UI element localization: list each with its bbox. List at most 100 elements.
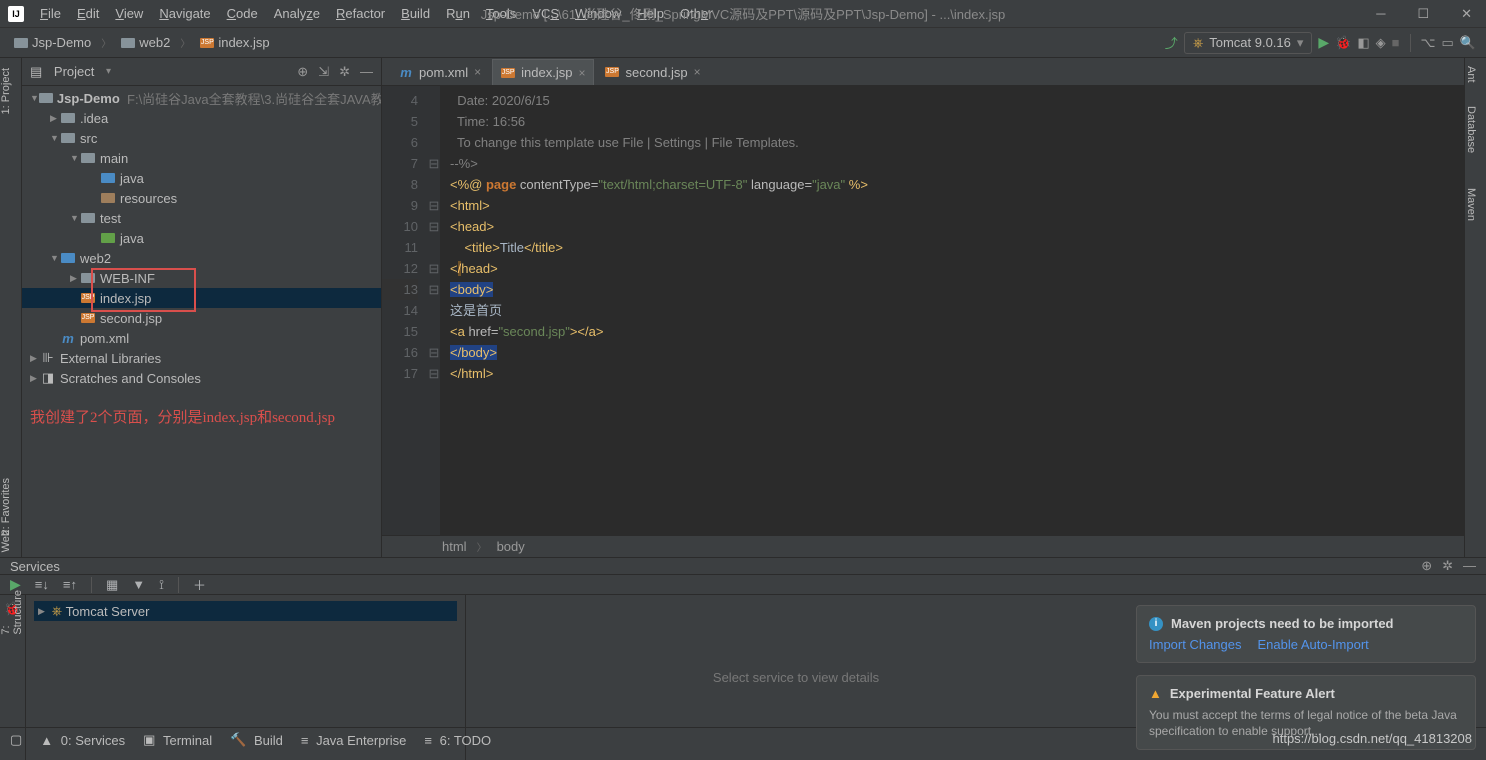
crumb-file[interactable]: JSPindex.jsp xyxy=(194,33,275,52)
crumb-html[interactable]: html xyxy=(442,539,467,554)
tab-structure[interactable]: 7: Structure xyxy=(0,590,24,635)
sb-java-ee[interactable]: ≡ Java Enterprise xyxy=(301,733,407,748)
sidebar-title[interactable]: ▤ Project ▾ xyxy=(30,64,111,80)
chevron-right-icon: 〉 xyxy=(180,35,190,50)
collapse-icon[interactable]: ⇲ xyxy=(318,64,329,80)
menu-file[interactable]: File xyxy=(32,2,69,25)
node-ext-libs[interactable]: ▶⊪External Libraries xyxy=(22,348,381,368)
node-pom[interactable]: mpom.xml xyxy=(22,328,381,348)
group-button[interactable]: ⟟ xyxy=(159,577,164,593)
close-icon[interactable]: × xyxy=(578,66,585,80)
search-everywhere-button[interactable]: 🔍 xyxy=(1460,35,1476,51)
node-main[interactable]: ▼main xyxy=(22,148,381,168)
node-scratches[interactable]: ▶◨Scratches and Consoles xyxy=(22,368,381,388)
marker-icon[interactable]: ⤴ xyxy=(1165,33,1178,52)
menu-build[interactable]: Build xyxy=(393,2,438,25)
project-tree[interactable]: ▼Jsp-Demo F:\尚硅谷Java全套教程\3.尚硅谷全套JAVA教程- … xyxy=(22,86,381,557)
left-tool-strip: 1: Project 2: Favorites xyxy=(0,58,22,557)
tab-index-jsp[interactable]: JSPindex.jsp× xyxy=(492,59,594,85)
editor-crumbbar: html〉body xyxy=(382,535,1464,557)
stop-button[interactable]: ■ xyxy=(1392,35,1400,50)
node-web2[interactable]: ▼web2 xyxy=(22,248,381,268)
watermark: https://blog.csdn.net/qq_41813208 xyxy=(1273,731,1473,746)
info-icon: i xyxy=(1149,617,1163,631)
main-area: 1: Project 2: Favorites ▤ Project ▾ ⊕ ⇲ … xyxy=(0,58,1486,557)
filter-button[interactable]: ▼ xyxy=(132,577,145,592)
tomcat-server-node[interactable]: ▶ ⎈ Tomcat Server xyxy=(34,601,457,621)
node-test-java[interactable]: java xyxy=(22,228,381,248)
title-bar: IJ File Edit View Navigate Code Analyze … xyxy=(0,0,1486,28)
menu-navigate[interactable]: Navigate xyxy=(151,2,218,25)
gear-icon[interactable]: ✲ xyxy=(1442,558,1453,574)
menu-code[interactable]: Code xyxy=(219,2,266,25)
fold-column[interactable]: ⊟⊟⊟⊟⊟⊟⊟ xyxy=(428,86,440,535)
sb-services[interactable]: ▲ 0: Services xyxy=(40,733,125,748)
tab-pom[interactable]: mpom.xml× xyxy=(390,59,490,85)
node-idea[interactable]: ▶.idea xyxy=(22,108,381,128)
tab-project[interactable]: 1: Project xyxy=(0,68,12,114)
menu-edit[interactable]: Edit xyxy=(69,2,107,25)
sb-todo[interactable]: ≡ 6: TODO xyxy=(424,733,491,748)
target-icon[interactable]: ⊕ xyxy=(297,64,308,80)
target-icon[interactable]: ⊕ xyxy=(1421,558,1432,574)
close-button[interactable]: ✕ xyxy=(1455,4,1478,24)
run-button[interactable]: ▶ xyxy=(1318,34,1329,51)
services-header: Services ⊕ ✲ — xyxy=(0,558,1486,575)
services-placeholder: Select service to view details xyxy=(466,595,1126,760)
node-resources[interactable]: resources xyxy=(22,188,381,208)
node-java[interactable]: java xyxy=(22,168,381,188)
grid-button[interactable]: ▦ xyxy=(106,577,118,593)
close-icon[interactable]: × xyxy=(474,65,481,79)
tab-database[interactable]: Database xyxy=(1465,106,1477,153)
tool-window-button[interactable]: ▢ xyxy=(10,732,22,748)
step-back-button[interactable]: ≡↑ xyxy=(63,577,77,592)
minimize-button[interactable]: ─ xyxy=(1370,4,1391,24)
profile-button[interactable]: ◈ xyxy=(1376,35,1386,51)
tab-second-jsp[interactable]: JSPsecond.jsp× xyxy=(596,59,709,85)
chevron-right-icon: 〉 xyxy=(101,35,111,50)
sidebar-header: ▤ Project ▾ ⊕ ⇲ ✲ — xyxy=(22,58,381,86)
auto-import-link[interactable]: Enable Auto-Import xyxy=(1258,637,1369,652)
services-toolbar: ▶ ≡↓ ≡↑ ▦ ▼ ⟟ ＋ xyxy=(0,575,1486,595)
gear-icon[interactable]: ✲ xyxy=(339,64,350,80)
maven-import-notification: iMaven projects need to be imported Impo… xyxy=(1136,605,1476,663)
menu-refactor[interactable]: Refactor xyxy=(328,2,393,25)
node-src[interactable]: ▼src xyxy=(22,128,381,148)
tab-web[interactable]: Web xyxy=(0,530,12,552)
node-webinf[interactable]: ▶WEB-INF xyxy=(22,268,381,288)
menu-analyze[interactable]: Analyze xyxy=(266,2,328,25)
debug-button[interactable]: 🐞 xyxy=(1335,35,1351,51)
sb-build[interactable]: 🔨 Build xyxy=(230,732,283,748)
step-button[interactable]: ≡↓ xyxy=(35,577,49,592)
code-lines[interactable]: Date: 2020/6/15 Time: 16:56 To change th… xyxy=(440,86,1464,535)
coverage-button[interactable]: ◧ xyxy=(1357,35,1369,51)
app-icon: IJ xyxy=(8,6,24,22)
toolbar: Jsp-Demo 〉 web2 〉 JSPindex.jsp ⤴ ⎈Tomcat… xyxy=(0,28,1486,58)
hide-icon[interactable]: — xyxy=(360,64,373,80)
ide-settings-button[interactable]: ▭ xyxy=(1442,35,1454,51)
warning-icon: ▲ xyxy=(1149,686,1162,701)
branch-button[interactable]: ⌥ xyxy=(1421,35,1436,51)
window-title: Jsp-Demo [...\61. 尚硅谷_佟刚_SpringMVC源码及PPT… xyxy=(481,4,1005,23)
code-editor[interactable]: 4567891011121314151617 ⊟⊟⊟⊟⊟⊟⊟ Date: 202… xyxy=(382,86,1464,535)
node-second-jsp[interactable]: JSPsecond.jsp xyxy=(22,308,381,328)
import-changes-link[interactable]: Import Changes xyxy=(1149,637,1242,652)
crumb-folder[interactable]: web2 xyxy=(115,33,176,52)
hide-icon[interactable]: — xyxy=(1463,558,1476,574)
maximize-button[interactable]: ☐ xyxy=(1411,4,1435,24)
tab-maven[interactable]: Maven xyxy=(1465,188,1477,221)
tab-ant[interactable]: Ant xyxy=(1465,66,1477,83)
menu-run[interactable]: Run xyxy=(438,2,478,25)
sb-terminal[interactable]: ▣ Terminal xyxy=(143,732,212,748)
node-index-jsp[interactable]: JSPindex.jsp xyxy=(22,288,381,308)
add-button[interactable]: ＋ xyxy=(193,575,206,594)
editor-area: mpom.xml× JSPindex.jsp× JSPsecond.jsp× 4… xyxy=(382,58,1464,557)
menu-view[interactable]: View xyxy=(107,2,151,25)
close-icon[interactable]: × xyxy=(694,65,701,79)
run-config-selector[interactable]: ⎈Tomcat 9.0.16▾ xyxy=(1184,32,1313,54)
node-root[interactable]: ▼Jsp-Demo F:\尚硅谷Java全套教程\3.尚硅谷全套JAVA教程- xyxy=(22,88,381,108)
crumb-body[interactable]: body xyxy=(497,539,525,554)
crumb-project[interactable]: Jsp-Demo xyxy=(8,33,97,52)
node-test[interactable]: ▼test xyxy=(22,208,381,228)
tab-favorites[interactable]: 2: Favorites xyxy=(0,478,12,535)
